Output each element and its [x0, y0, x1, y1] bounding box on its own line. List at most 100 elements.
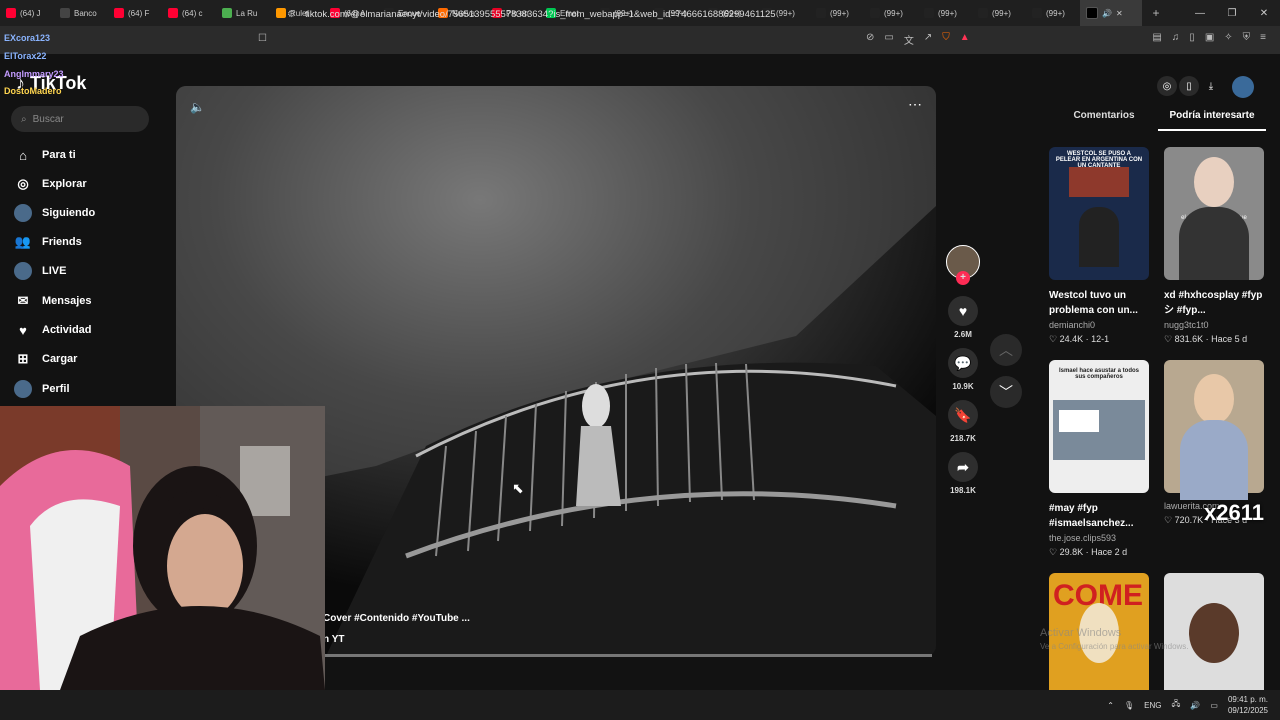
- tab-comentarios[interactable]: Comentarios: [1050, 110, 1158, 131]
- browser-tab[interactable]: (99+): [1026, 0, 1080, 26]
- sidebar-item-explorar[interactable]: ◎ Explorar: [14, 175, 86, 193]
- url-field[interactable]: ⚙ tiktok.com/@elmarianaenyt/video/756513…: [283, 4, 858, 24]
- card-title[interactable]: xd #hxhcosplay #fypシ #fyp...: [1164, 288, 1266, 318]
- brave-shield-icon[interactable]: ⛉: [942, 32, 950, 47]
- active-tiktok-tab[interactable]: 🔊 ✕: [1080, 0, 1142, 26]
- search-placeholder: Buscar: [32, 113, 64, 125]
- video-thumbnail[interactable]: x2611: [1164, 360, 1264, 525]
- sidebar-item-actividad[interactable]: ♥ Actividad: [14, 321, 91, 339]
- video-thumbnail[interactable]: Ismael hace asustar a todos sus compañer…: [1049, 360, 1149, 493]
- video-progress-bar[interactable]: [325, 654, 932, 657]
- recommended-video-card[interactable]: el dom de nej quieto que comentarios xd #…: [1164, 147, 1266, 345]
- recommended-video-card[interactable]: WESTCOL SE PUSO A PELEAR EN ARGENTINA CO…: [1049, 147, 1151, 345]
- tab-favicon-icon: [60, 8, 70, 18]
- live-avatar: [14, 262, 32, 280]
- translate-icon[interactable]: 文: [904, 32, 914, 47]
- network-icon[interactable]: 🖧: [1172, 698, 1181, 712]
- card-author[interactable]: nugg3tc1t0: [1164, 320, 1266, 330]
- download-icon[interactable]: ⤓: [1201, 76, 1221, 96]
- like-action[interactable]: ♥ 2.6M: [945, 296, 981, 339]
- tab-favicon-icon: [870, 8, 880, 18]
- search-input[interactable]: ⌕ Buscar: [11, 106, 149, 132]
- bookmark-save-icon[interactable]: 🔖: [948, 400, 978, 430]
- minimize-icon[interactable]: —: [1184, 0, 1216, 26]
- card-author[interactable]: demianchi0: [1049, 320, 1151, 330]
- browser-tab[interactable]: La Ru: [216, 0, 270, 26]
- sidebar-item-mensajes[interactable]: ✉ Mensajes: [14, 292, 92, 310]
- more-options-icon[interactable]: ⋯: [908, 96, 922, 113]
- volume-icon[interactable]: 🔈: [190, 100, 205, 114]
- address-actions: ⊘ ▭ 文 ↗ ⛉ ▲: [866, 32, 970, 47]
- sidebar-item-para-ti[interactable]: ⌂ Para ti: [14, 146, 76, 164]
- comment-icon[interactable]: 💬: [948, 348, 978, 378]
- avatar: [14, 204, 32, 222]
- video-thumbnail[interactable]: WESTCOL SE PUSO A PELEAR EN ARGENTINA CO…: [1049, 147, 1149, 280]
- chat-message: Anglmmary23: [4, 69, 64, 79]
- brave-rewards-icon[interactable]: ▲: [960, 32, 970, 47]
- tab-label: Banco: [74, 8, 97, 18]
- phone-icon[interactable]: ▯: [1179, 76, 1199, 96]
- browser-tab[interactable]: (64) c: [162, 0, 216, 26]
- recommended-video-card[interactable]: x2611 lawuerita.com ♡ 720.7K · Hace 3 d: [1164, 360, 1266, 526]
- card-date: Hace 5 d: [1211, 334, 1248, 344]
- new-tab-icon[interactable]: +: [1142, 6, 1170, 20]
- chat-message: EXcora123: [4, 33, 50, 43]
- music-icon[interactable]: ♫: [1172, 32, 1180, 43]
- tab-close-icon[interactable]: ✕: [1116, 9, 1123, 18]
- share-action[interactable]: ➦ 198.1K: [945, 452, 981, 495]
- browser-tab[interactable]: (99+): [918, 0, 972, 26]
- screen-icon[interactable]: ▭: [884, 32, 893, 47]
- user-avatar[interactable]: [1232, 76, 1254, 98]
- tab-label: (64) F: [128, 8, 150, 18]
- browser-tab[interactable]: (64) F: [108, 0, 162, 26]
- card-title[interactable]: #may #fyp #ismaelsanchez...: [1049, 501, 1151, 531]
- watermark-text: Ve a Configuración para activar Windows.: [1040, 642, 1189, 651]
- author-avatar[interactable]: +: [945, 245, 981, 285]
- heart-icon[interactable]: ♥: [948, 296, 978, 326]
- battery-icon[interactable]: ▭: [1210, 701, 1218, 710]
- microphone-icon[interactable]: 🎙: [1124, 701, 1134, 710]
- menu-icon[interactable]: ≡: [1260, 32, 1266, 43]
- eye-off-icon[interactable]: ⊘: [866, 32, 874, 47]
- browser-tab[interactable]: (64) J: [0, 0, 54, 26]
- video-caption: Cover #Contenido #YouTube ...: [323, 613, 470, 624]
- comment-action[interactable]: 💬 10.9K: [945, 348, 981, 391]
- video-thumbnail[interactable]: el dom de nej quieto que comentarios: [1164, 147, 1264, 280]
- previous-video-button[interactable]: ︿: [990, 334, 1022, 366]
- follow-plus-icon[interactable]: +: [956, 271, 970, 285]
- avatar: [14, 262, 32, 280]
- compass-mini-icon[interactable]: ◎: [1157, 76, 1177, 96]
- site-info-icon[interactable]: ⚙: [287, 9, 296, 20]
- wallet-icon[interactable]: ▣: [1205, 32, 1214, 43]
- messages-icon: ✉: [17, 293, 29, 308]
- browser-tab[interactable]: (99+): [864, 0, 918, 26]
- sidebar-item-cargar[interactable]: ⊞ Cargar: [14, 350, 78, 368]
- sidebar-item-siguiendo[interactable]: Siguiendo: [14, 204, 95, 222]
- sidebar-item-live[interactable]: LIVE: [14, 262, 66, 280]
- language-indicator[interactable]: ENG: [1144, 701, 1161, 710]
- share-arrow-icon[interactable]: ➦: [948, 452, 978, 482]
- share-icon[interactable]: ↗: [924, 32, 932, 47]
- tab-label: La Ru: [236, 8, 258, 18]
- bookmark-icon[interactable]: ☐: [258, 33, 267, 44]
- sidebar-item-perfil[interactable]: Perfil: [14, 380, 70, 398]
- next-video-button[interactable]: ﹀: [990, 376, 1022, 408]
- vpn-icon[interactable]: ⛨: [1243, 32, 1251, 43]
- card-author[interactable]: the.jose.clips593: [1049, 533, 1151, 543]
- save-action[interactable]: 🔖 218.7K: [945, 400, 981, 443]
- recommended-video-card[interactable]: Ismael hace asustar a todos sus compañer…: [1049, 360, 1151, 558]
- tab-podria-interesarte[interactable]: Podría interesarte: [1158, 110, 1266, 131]
- card-title[interactable]: Westcol tuvo un problema con un...: [1049, 288, 1151, 318]
- sidebar-icon[interactable]: ▯: [1189, 32, 1195, 43]
- reader-icon[interactable]: ▤: [1152, 32, 1161, 43]
- clock[interactable]: 09:41 p. m. 09/12/2025: [1228, 694, 1268, 716]
- speaker-icon[interactable]: 🔊: [1190, 701, 1200, 710]
- maximize-icon[interactable]: ❐: [1216, 0, 1248, 26]
- chevron-up-tray-icon[interactable]: ⌃: [1107, 701, 1114, 710]
- browser-tab[interactable]: Banco: [54, 0, 108, 26]
- browser-tab[interactable]: (99+): [972, 0, 1026, 26]
- close-window-icon[interactable]: ✕: [1248, 0, 1280, 26]
- leo-icon[interactable]: ✧: [1224, 32, 1232, 43]
- audio-icon[interactable]: 🔊: [1102, 9, 1112, 18]
- sidebar-item-friends[interactable]: 👥 Friends: [14, 233, 82, 251]
